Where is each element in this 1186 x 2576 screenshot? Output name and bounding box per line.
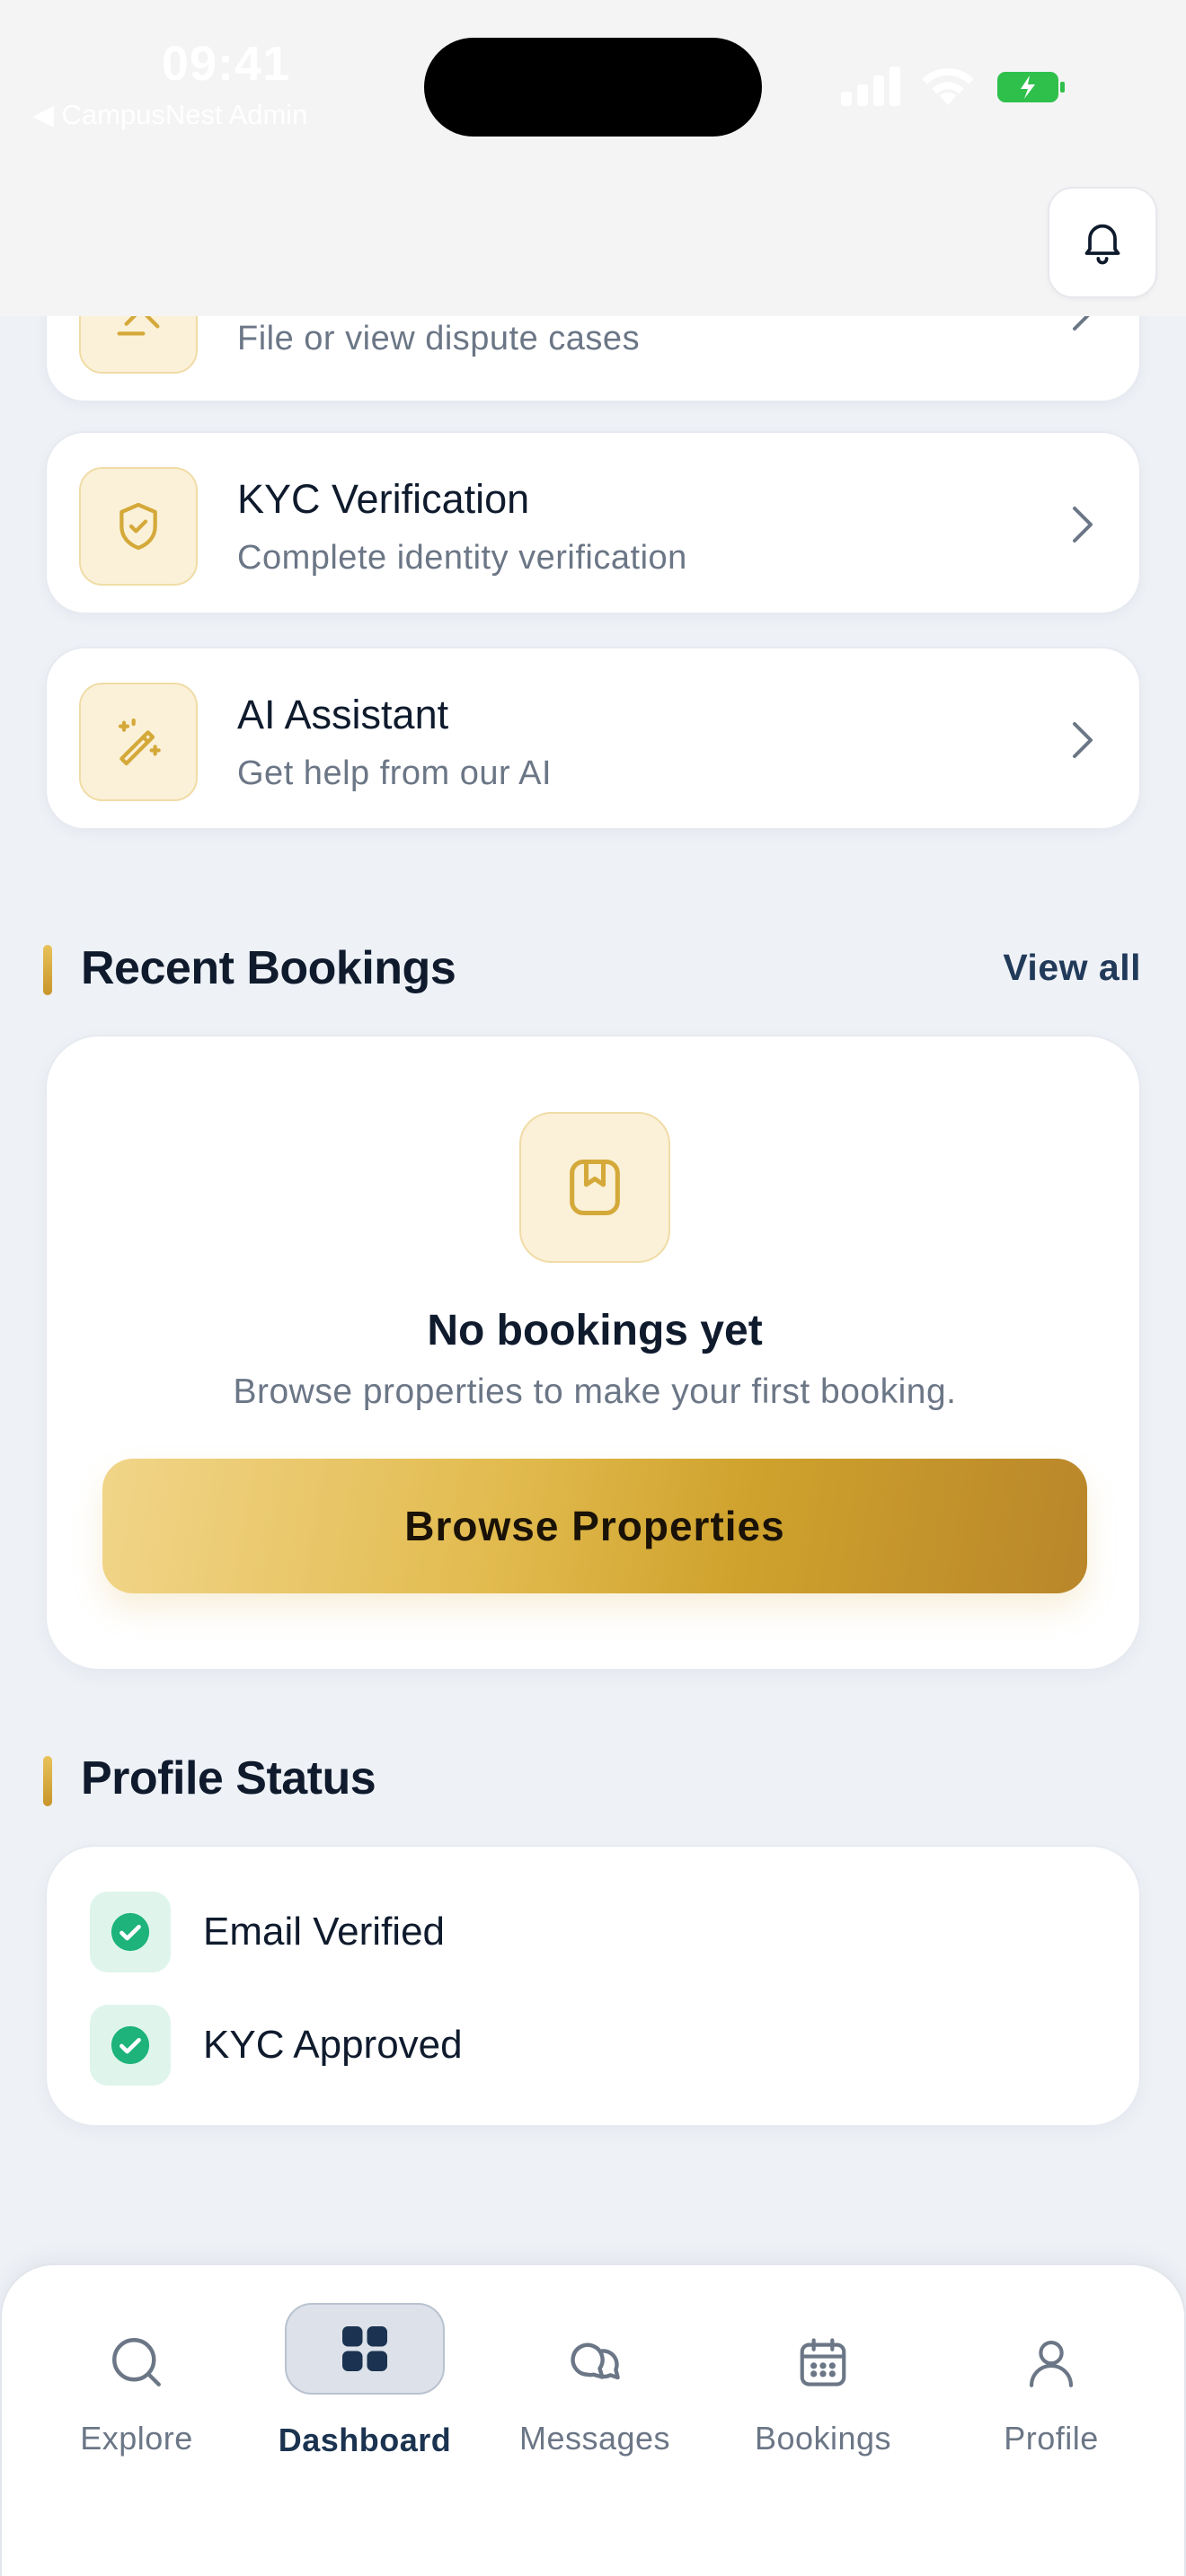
- section-accent-bar: [43, 1756, 52, 1806]
- nav-label: Profile: [1004, 2420, 1099, 2457]
- nav-label: Dashboard: [278, 2422, 452, 2458]
- menu-title: KYC Verification: [237, 476, 530, 522]
- dynamic-island: [424, 38, 762, 137]
- bookmark-icon: [519, 1112, 670, 1263]
- bell-icon: [1077, 216, 1128, 270]
- status-label: KYC Approved: [203, 2023, 463, 2067]
- profile-status-title: Profile Status: [81, 1752, 376, 1804]
- shield-check-icon: [79, 467, 198, 586]
- profile-status-card: Email Verified KYC Approved: [45, 1845, 1141, 2127]
- nav-bookings[interactable]: Bookings: [715, 2265, 931, 2481]
- battery-icon: [997, 72, 1066, 107]
- signal-icon: [841, 66, 902, 110]
- search-icon: [92, 2317, 181, 2407]
- menu-subtitle: File or view dispute cases: [237, 320, 641, 357]
- nav-explore[interactable]: Explore: [29, 2265, 244, 2481]
- grid-icon: [285, 2303, 445, 2395]
- calendar-icon: [778, 2317, 868, 2407]
- nav-label: Explore: [80, 2420, 193, 2457]
- status-time: 09:41: [162, 37, 291, 91]
- nav-dashboard[interactable]: Dashboard: [257, 2265, 473, 2481]
- status-label: Email Verified: [203, 1910, 446, 1954]
- top-header: 09:41 ◀ CampusNest Admin: [0, 0, 1186, 316]
- chevron-right-icon: [1069, 505, 1094, 549]
- magic-wand-icon: [79, 683, 198, 801]
- view-all-link[interactable]: View all: [1003, 947, 1141, 989]
- check-circle-icon: [90, 1892, 171, 1972]
- empty-state-title: No bookings yet: [427, 1307, 763, 1354]
- browse-properties-button[interactable]: Browse Properties: [102, 1459, 1087, 1593]
- wifi-icon: [920, 63, 976, 110]
- user-icon: [1006, 2317, 1096, 2407]
- chat-icon: [550, 2317, 640, 2407]
- back-to-app-link[interactable]: ◀ CampusNest Admin: [32, 99, 307, 131]
- empty-state-subtitle: Browse properties to make your first boo…: [233, 1372, 957, 1411]
- nav-label: Bookings: [754, 2420, 892, 2457]
- menu-card-ai-assistant[interactable]: AI Assistant Get help from our AI: [45, 647, 1141, 830]
- bottom-navigation: Explore Dashboard Messages Bookings Prof…: [0, 2263, 1186, 2576]
- recent-bookings-title: Recent Bookings: [81, 942, 456, 994]
- bookings-empty-card: No bookings yet Browse properties to mak…: [45, 1035, 1141, 1671]
- chevron-right-icon: [1069, 720, 1094, 764]
- nav-messages[interactable]: Messages: [487, 2265, 703, 2481]
- menu-subtitle: Get help from our AI: [237, 754, 553, 792]
- section-accent-bar: [43, 945, 52, 995]
- nav-profile[interactable]: Profile: [943, 2265, 1159, 2481]
- notifications-button[interactable]: [1048, 187, 1157, 298]
- menu-title: AI Assistant: [237, 692, 449, 737]
- nav-label: Messages: [518, 2420, 671, 2457]
- menu-subtitle: Complete identity verification: [237, 539, 687, 577]
- menu-card-kyc-verification[interactable]: KYC Verification Complete identity verif…: [45, 431, 1141, 614]
- check-circle-icon: [90, 2005, 171, 2086]
